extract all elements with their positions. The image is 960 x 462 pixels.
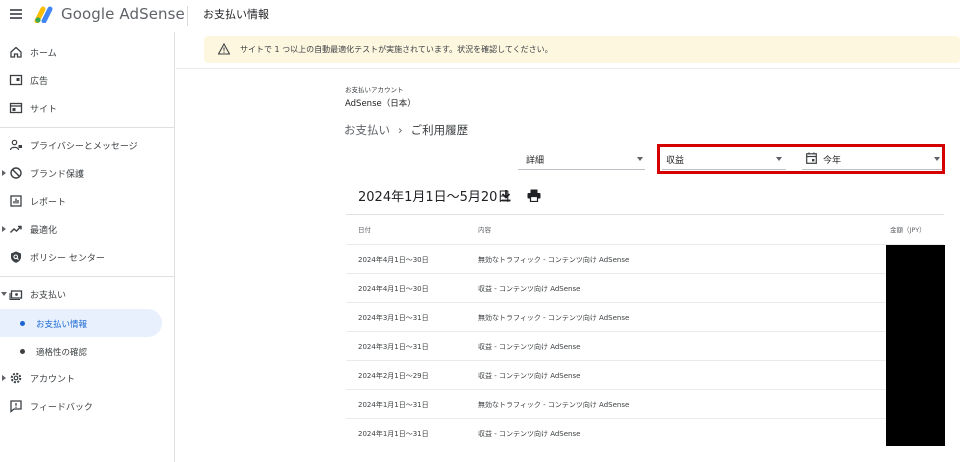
- breadcrumb-separator: ›: [398, 123, 403, 137]
- row-content: 無効なトラフィック - コンテンツ向け AdSense: [478, 256, 630, 264]
- sidebar-subitem-payment-info[interactable]: お支払い情報: [0, 309, 162, 337]
- sites-icon: [9, 102, 23, 114]
- sidebar-item-label: フィードバック: [30, 402, 93, 413]
- date-range-title: 2024年1月1日～5月20日: [358, 190, 511, 205]
- sidebar-item-label: ホーム: [30, 48, 57, 59]
- sidebar-item-privacy[interactable]: プライバシーとメッセージ: [0, 132, 175, 158]
- sidebar-item-payments[interactable]: お支払い: [0, 281, 175, 307]
- table-row[interactable]: 2024年4月1日～30日 収益 - コンテンツ向け AdSense: [346, 273, 944, 302]
- privacy-icon: [9, 139, 22, 151]
- row-content: 無効なトラフィック - コンテンツ向け AdSense: [478, 314, 630, 322]
- sidebar-item-label: サイト: [30, 104, 58, 115]
- sidebar-item-home[interactable]: ホーム: [0, 39, 175, 65]
- brand-name: Google AdSense: [61, 5, 185, 23]
- row-content: 収益 - コンテンツ向け AdSense: [478, 285, 581, 293]
- print-icon[interactable]: [527, 189, 541, 202]
- alert-text: サイトで 1 つ以上の自動最適化テストが実施されています。状況を確認してください…: [240, 45, 553, 54]
- sidebar-item-label: お支払い: [30, 290, 67, 301]
- highlight-box: [657, 144, 945, 174]
- sidebar-item-label: ブランド保護: [30, 169, 85, 180]
- sidebar-item-account[interactable]: アカウント: [0, 365, 175, 391]
- breadcrumb-current: ご利用履歴: [410, 123, 469, 137]
- table-row[interactable]: 2024年1月1日～31日 無効なトラフィック - コンテンツ向け AdSens…: [346, 389, 944, 418]
- sidebar-subitem-label: お支払い情報: [36, 320, 88, 330]
- table-row[interactable]: 2024年1月1日～31日 収益 - コンテンツ向け AdSense: [346, 418, 944, 447]
- breadcrumb: お支払い › ご利用履歴: [344, 122, 468, 138]
- top-divider: [187, 6, 188, 26]
- sidebar: ホーム 広告 サイト プライバシーとメッセージ ブランド保護 レポート 最適化 …: [0, 32, 175, 462]
- amount-redaction: [886, 245, 945, 446]
- sidebar-divider: [0, 276, 175, 277]
- row-content: 収益 - コンテンツ向け AdSense: [478, 372, 581, 380]
- row-date: 2024年2月1日～29日: [358, 372, 429, 380]
- sidebar-item-policy-center[interactable]: ポリシー センター: [0, 244, 175, 270]
- sidebar-item-label: プライバシーとメッセージ: [30, 141, 138, 152]
- content-divider: [176, 68, 960, 69]
- trending-icon: [10, 225, 22, 233]
- column-header-amount: 金額（JPY）: [890, 226, 926, 234]
- payments-icon: [9, 290, 23, 301]
- ads-icon: [9, 74, 23, 86]
- row-date: 2024年4月1日～30日: [358, 256, 429, 264]
- expand-caret-icon[interactable]: [2, 170, 6, 176]
- row-date: 2024年1月1日～31日: [358, 401, 429, 409]
- home-icon: [10, 46, 22, 58]
- sidebar-item-label: 広告: [30, 76, 49, 87]
- sidebar-item-brand-safety[interactable]: ブランド保護: [0, 160, 175, 186]
- collapse-caret-icon[interactable]: [1, 292, 7, 296]
- row-content: 収益 - コンテンツ向け AdSense: [478, 343, 581, 351]
- sidebar-item-label: レポート: [30, 197, 67, 208]
- table-row[interactable]: 2024年3月1日～31日 収益 - コンテンツ向け AdSense: [346, 331, 944, 360]
- row-date: 2024年1月1日～31日: [358, 430, 429, 438]
- sidebar-subitem-label: 適格性の確認: [36, 348, 88, 358]
- download-icon[interactable]: [500, 189, 512, 202]
- adsense-logo[interactable]: [34, 5, 56, 23]
- menu-icon[interactable]: [10, 9, 22, 19]
- row-content: 無効なトラフィック - コンテンツ向け AdSense: [478, 401, 630, 409]
- sidebar-item-ads[interactable]: 広告: [0, 67, 175, 93]
- sidebar-subitem-eligibility[interactable]: 適格性の確認: [0, 337, 162, 365]
- table-top-border: [346, 214, 944, 215]
- sidebar-item-reports[interactable]: レポート: [0, 188, 175, 214]
- payment-account-value: AdSense（日本）: [345, 99, 416, 109]
- table-row[interactable]: 2024年4月1日～30日 無効なトラフィック - コンテンツ向け AdSens…: [346, 244, 944, 273]
- sidebar-item-feedback[interactable]: フィードバック: [0, 393, 175, 419]
- policy-icon: [11, 251, 21, 263]
- table-row[interactable]: 2024年3月1日～31日 無効なトラフィック - コンテンツ向け AdSens…: [346, 302, 944, 331]
- sidebar-item-label: 最適化: [30, 225, 58, 236]
- payment-account-label: お支払いアカウント: [345, 86, 404, 94]
- row-content: 収益 - コンテンツ向け AdSense: [478, 430, 581, 438]
- bullet-icon: [20, 349, 25, 354]
- row-date: 2024年3月1日～31日: [358, 343, 429, 351]
- detail-select-value: 詳細: [526, 156, 545, 166]
- block-icon: [10, 167, 22, 179]
- row-date: 2024年3月1日～31日: [358, 314, 429, 322]
- feedback-icon: [10, 400, 22, 413]
- sidebar-item-label: ポリシー センター: [30, 253, 105, 264]
- page-title: お支払い情報: [203, 8, 269, 21]
- table-row[interactable]: 2024年2月1日～29日 収益 - コンテンツ向け AdSense: [346, 360, 944, 389]
- column-header-content: 内容: [478, 226, 491, 234]
- auto-optimization-alert[interactable]: サイトで 1 つ以上の自動最適化テストが実施されています。状況を確認してください…: [204, 36, 960, 63]
- top-app-bar: Google AdSense お支払い情報: [0, 0, 960, 32]
- breadcrumb-parent-link[interactable]: お支払い: [344, 123, 390, 137]
- expand-caret-icon[interactable]: [2, 375, 6, 381]
- sidebar-divider: [0, 127, 175, 128]
- sidebar-item-optimization[interactable]: 最適化: [0, 216, 175, 242]
- sidebar-item-label: アカウント: [30, 374, 76, 385]
- row-date: 2024年4月1日～30日: [358, 285, 429, 293]
- column-header-date: 日付: [358, 226, 371, 234]
- report-icon: [10, 195, 22, 207]
- bullet-icon: [20, 321, 25, 326]
- expand-caret-icon[interactable]: [2, 226, 6, 232]
- detail-select[interactable]: 詳細: [518, 148, 645, 170]
- warning-icon: [218, 43, 230, 55]
- sidebar-item-sites[interactable]: サイト: [0, 95, 175, 121]
- dropdown-arrow-icon: [637, 157, 643, 161]
- gear-icon: [10, 372, 22, 384]
